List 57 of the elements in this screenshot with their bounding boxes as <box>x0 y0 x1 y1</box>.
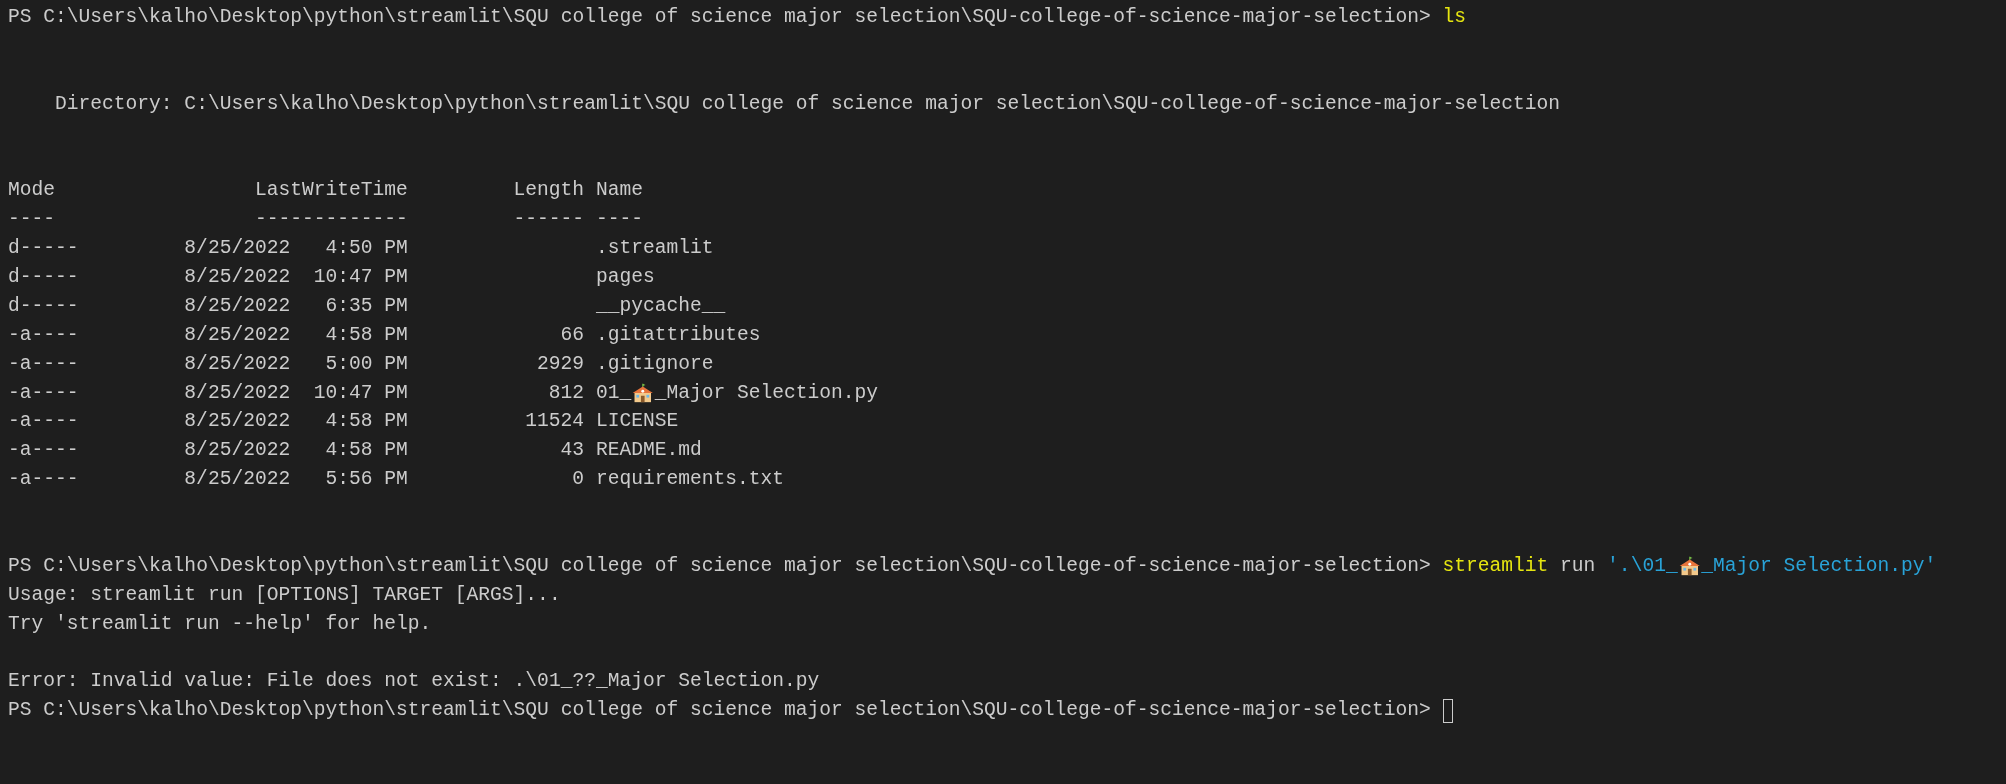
file-name: 01_ <box>595 380 632 406</box>
prompt-text: PS C:\Users\kalho\Desktop\python\streamlit\SQU college of science major selection\SQU-college-of-science-major-selection> <box>8 553 1431 579</box>
date-cell-text: 8/25/2022 10:47 PM <box>183 265 408 290</box>
argument-text: run <box>1560 553 1596 579</box>
file-name: requirements.txt <box>595 467 784 493</box>
mode-cell-text: -a---- <box>8 351 79 377</box>
string-argument: '.\01_ <box>1607 553 1678 579</box>
file-name: pages <box>595 265 655 290</box>
prompt-text: PS C:\Users\kalho\Desktop\python\streamlit\SQU college of science major selection\SQU-college-of-science-major-selection> <box>8 5 1431 30</box>
file-name: README.md <box>595 438 702 464</box>
date-cell-text: 8/25/2022 4:58 PM <box>183 409 408 435</box>
command-text: ls <box>1442 5 1467 30</box>
header-underline: ---- <box>8 207 57 233</box>
header-underline: ------ <box>512 207 585 233</box>
error-message: Error: Invalid value: File does not exist: .\01_??_Major Selection.py <box>8 669 820 695</box>
mode-cell-text: d----- <box>8 293 79 319</box>
text-cursor <box>1442 698 1453 723</box>
date-cell-text: 8/25/2022 4:58 PM <box>183 322 408 348</box>
column-header: Name <box>595 178 643 204</box>
header-underline: ---- <box>595 207 643 233</box>
file-name: .gitignore <box>595 351 714 377</box>
mode-cell-text: -a---- <box>8 409 79 435</box>
length-cell-text: 0 <box>572 467 585 493</box>
file-name: __pycache__ <box>595 293 726 319</box>
directory-text: Directory: C:\Users\kalho\Desktop\python\streamlit\SQU college of science major selection\SQU-college-of-science-major-selection <box>55 91 1561 117</box>
mode-cell-text: -a---- <box>8 438 79 464</box>
header-underline: ------------- <box>253 207 408 233</box>
mode-cell-text: d----- <box>8 265 79 290</box>
date-cell-text: 8/25/2022 6:35 PM <box>183 293 408 319</box>
date-cell-text: 8/25/2022 5:56 PM <box>183 467 408 493</box>
length-cell-text: 2929 <box>537 351 585 377</box>
prompt-text: PS C:\Users\kalho\Desktop\python\streamlit\SQU college of science major selection\SQU-college-of-science-major-selection> <box>8 698 1431 724</box>
length-cell-text: 11524 <box>525 409 585 435</box>
column-header: Mode <box>8 178 57 204</box>
mode-cell-text: d----- <box>8 236 79 262</box>
file-name: _Major Selection.py <box>654 380 879 406</box>
file-name: .gitattributes <box>595 322 761 348</box>
date-cell-text: 8/25/2022 5:00 PM <box>183 351 408 377</box>
mode-cell-text: -a---- <box>8 322 79 348</box>
mode-cell-text: -a---- <box>8 380 79 406</box>
length-cell-text: 66 <box>560 322 585 348</box>
school-icon <box>631 382 655 405</box>
column-header: LastWriteTime <box>253 178 408 204</box>
mode-cell-text: -a---- <box>8 467 79 493</box>
school-icon <box>1677 555 1702 578</box>
output-text: Try 'streamlit run --help' for help. <box>8 611 432 637</box>
date-cell-text: 8/25/2022 4:50 PM <box>183 236 408 262</box>
string-argument: _Major Selection.py' <box>1701 553 1937 579</box>
command-text: streamlit <box>1442 553 1549 579</box>
date-cell-text: 8/25/2022 10:47 PM <box>183 380 408 406</box>
column-header: Length <box>512 178 585 204</box>
file-name: .streamlit <box>595 236 714 262</box>
length-cell-text: 43 <box>560 438 585 464</box>
output-text: Usage: streamlit run [OPTIONS] TARGET [ARGS]... <box>8 582 561 608</box>
file-name: LICENSE <box>595 409 679 435</box>
length-cell-text: 812 <box>548 380 585 406</box>
date-cell-text: 8/25/2022 4:58 PM <box>183 438 408 464</box>
